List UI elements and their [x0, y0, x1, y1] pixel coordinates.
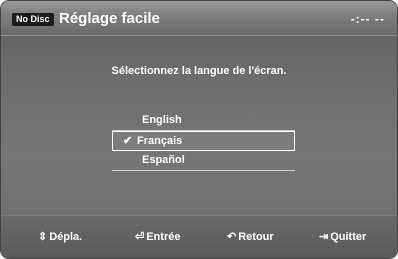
enter-control[interactable]: ⏎ Entrée [135, 230, 180, 243]
time-display: -:-- -- [350, 12, 385, 26]
checkmark-icon: ✔ [123, 135, 133, 147]
title-bar: No Disc Réglage facile -:-- -- [1, 1, 397, 36]
footer-controls: ⇕ Dépla. ⏎ Entrée ↶ Retour ⇥ Quitter [1, 215, 397, 258]
enter-icon: ⏎ [135, 231, 145, 243]
move-control[interactable]: ⇕ Dépla. [38, 230, 82, 243]
language-option-espanol[interactable]: Español [112, 151, 295, 171]
setup-screen: No Disc Réglage facile -:-- -- Sélection… [1, 1, 397, 258]
language-option-english[interactable]: English [112, 111, 295, 131]
page-title: Réglage facile [59, 10, 160, 27]
enter-label: Entrée [146, 231, 181, 243]
language-prompt: Sélectionnez la langue de l'écran. [111, 65, 287, 77]
language-option-label: Français [137, 135, 183, 147]
exit-icon: ⇥ [319, 231, 329, 243]
exit-label: Quitter [330, 231, 367, 243]
exit-control[interactable]: ⇥ Quitter [319, 230, 366, 243]
language-list: English ✔ Français Español [112, 111, 295, 171]
return-icon: ↶ [227, 231, 237, 243]
up-down-arrows-icon: ⇕ [38, 231, 48, 243]
move-label: Dépla. [49, 231, 83, 243]
back-control[interactable]: ↶ Retour [227, 230, 274, 243]
back-label: Retour [238, 231, 274, 243]
disc-status-badge: No Disc [12, 13, 54, 26]
language-option-francais[interactable]: ✔ Français [112, 131, 295, 151]
language-option-label: Español [142, 154, 185, 166]
language-option-label: English [142, 114, 182, 126]
